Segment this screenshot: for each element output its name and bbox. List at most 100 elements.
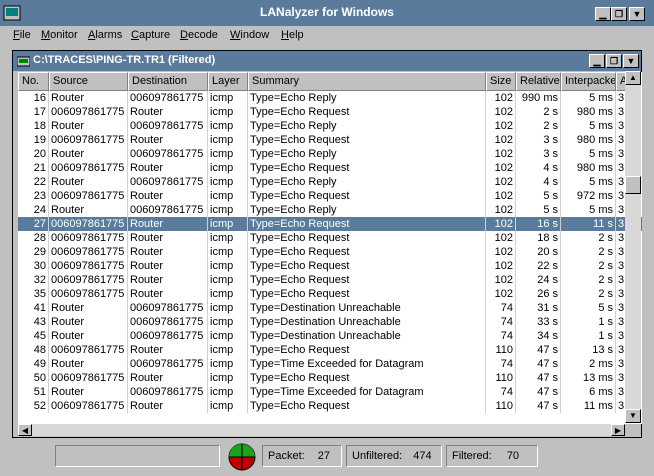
close-button[interactable]: ▼ [629,7,645,21]
menu-file[interactable]: File [13,29,31,41]
cell-no: 24 [18,203,49,217]
cell-relative: 47 s [516,399,561,413]
menu-capture[interactable]: Capture [131,29,170,41]
menu-monitor[interactable]: Monitor [41,29,78,41]
cell-relative: 47 s [516,371,561,385]
table-row[interactable]: 18 Router 006097861775 icmp Type=Echo Reply 1… [18,119,642,133]
status-bar: Packet: 27 Unfiltered: 474 Filtered: 70 [0,439,654,476]
scroll-thumb[interactable] [625,176,641,194]
minimize-icon: ▁ [599,9,607,19]
cell-size: 102 [486,245,516,259]
cell-relative: 47 s [516,357,561,371]
packet-value: 27 [317,450,330,462]
cell-source: Router [49,147,128,161]
cell-size: 102 [486,287,516,301]
table-row[interactable]: 48 006097861775 Router icmp Type=Echo Reques… [18,343,642,357]
cell-summary: Type=Time Exceeded for Datagram [248,357,486,371]
column-header-interpacket[interactable]: Interpacket [561,72,616,91]
scroll-up-arrow-icon[interactable]: ▲ [625,71,641,85]
trace-file-icon[interactable] [17,55,30,67]
menu-decode[interactable]: Decode [180,29,218,41]
table-row[interactable]: 41 Router 006097861775 icmp Type=Destination… [18,301,642,315]
menu-window[interactable]: Window [230,29,269,41]
cell-destination: Router [128,231,208,245]
table-row[interactable]: 29 006097861775 Router icmp Type=Echo Reques… [18,245,642,259]
cell-destination: Router [128,105,208,119]
column-header-layer[interactable]: Layer [208,72,248,91]
cell-source: Router [49,301,128,315]
scroll-down-arrow-icon[interactable]: ▼ [625,409,641,423]
cell-interpacket: 11 ms [561,399,616,413]
cell-size: 110 [486,399,516,413]
scroll-right-arrow-icon[interactable]: ▶ [611,424,625,436]
cell-source: 006097861775 [49,259,128,273]
cell-summary: Type=Echo Request [248,399,486,413]
cell-destination: 006097861775 [128,147,208,161]
menu-alarms[interactable]: Alarms [88,29,122,41]
column-header-destination[interactable]: Destination [128,72,208,91]
close-icon: ▼ [632,9,642,19]
column-header-no[interactable]: No. [18,72,49,91]
column-header-source[interactable]: Source [49,72,128,91]
table-row[interactable]: 21 006097861775 Router icmp Type=Echo Reques… [18,161,642,175]
cell-destination: Router [128,245,208,259]
vertical-scrollbar[interactable]: ▲ ▼ [625,71,641,423]
table-row[interactable]: 27 006097861775 Router icmp Type=Echo Reques… [18,217,642,231]
minimize-button[interactable]: ▁ [595,7,611,21]
cell-size: 102 [486,217,516,231]
cell-no: 18 [18,119,49,133]
cell-no: 23 [18,189,49,203]
column-header-size[interactable]: Size [486,72,516,91]
cell-summary: Type=Echo Reply [248,91,486,105]
cell-summary: Type=Echo Request [248,231,486,245]
cell-destination: 006097861775 [128,301,208,315]
table-row[interactable]: 49 Router 006097861775 icmp Type=Time Exceed… [18,357,642,371]
table-row[interactable]: 24 Router 006097861775 icmp Type=Echo Reply 1… [18,203,642,217]
cell-layer: icmp [208,147,248,161]
table-row[interactable]: 45 Router 006097861775 icmp Type=Destination… [18,329,642,343]
packet-list[interactable]: No. Source Destination Layer Summary Siz… [18,72,642,424]
menu-help[interactable]: Help [281,29,304,41]
cell-no: 52 [18,399,49,413]
table-row[interactable]: 17 006097861775 Router icmp Type=Echo Reques… [18,105,642,119]
column-header-relative[interactable]: Relative [516,72,561,91]
cell-size: 74 [486,301,516,315]
cell-size: 74 [486,385,516,399]
table-row[interactable]: 52 006097861775 Router icmp Type=Echo Reques… [18,399,642,413]
table-row[interactable]: 30 006097861775 Router icmp Type=Echo Reques… [18,259,642,273]
table-row[interactable]: 22 Router 006097861775 icmp Type=Echo Reply 1… [18,175,642,189]
restore-button[interactable]: ❐ [611,7,627,21]
cell-relative: 4 s [516,161,561,175]
column-header-summary[interactable]: Summary [248,72,486,91]
table-row[interactable]: 35 006097861775 Router icmp Type=Echo Reques… [18,287,642,301]
cell-source: Router [49,329,128,343]
cell-relative: 5 s [516,203,561,217]
table-row[interactable]: 43 Router 006097861775 icmp Type=Destination… [18,315,642,329]
table-row[interactable]: 50 006097861775 Router icmp Type=Echo Reques… [18,371,642,385]
table-row[interactable]: 23 006097861775 Router icmp Type=Echo Reques… [18,189,642,203]
table-row[interactable]: 51 Router 006097861775 icmp Type=Time Exceed… [18,385,642,399]
cell-destination: Router [128,259,208,273]
table-row[interactable]: 28 006097861775 Router icmp Type=Echo Reques… [18,231,642,245]
cell-destination: Router [128,217,208,231]
restore-icon: ❐ [614,9,624,19]
cell-no: 29 [18,245,49,259]
cell-relative: 24 s [516,273,561,287]
cell-size: 110 [486,371,516,385]
cell-interpacket: 5 ms [561,147,616,161]
cell-interpacket: 11 s [561,217,616,231]
horizontal-scrollbar[interactable]: ◀ ▶ [18,424,625,436]
child-maximize-button[interactable]: ❐ [606,54,622,68]
table-row[interactable]: 32 006097861775 Router icmp Type=Echo Reques… [18,273,642,287]
cell-no: 32 [18,273,49,287]
table-row[interactable]: 20 Router 006097861775 icmp Type=Echo Reply 1… [18,147,642,161]
close-icon: ▼ [626,56,636,66]
child-close-button[interactable]: ▼ [623,54,639,68]
cell-layer: icmp [208,315,248,329]
cell-summary: Type=Destination Unreachable [248,301,486,315]
table-row[interactable]: 16 Router 006097861775 icmp Type=Echo Reply 1… [18,91,642,105]
table-row[interactable]: 19 006097861775 Router icmp Type=Echo Reques… [18,133,642,147]
cell-size: 102 [486,91,516,105]
scroll-left-arrow-icon[interactable]: ◀ [18,424,32,436]
child-minimize-button[interactable]: ▁ [589,54,605,68]
